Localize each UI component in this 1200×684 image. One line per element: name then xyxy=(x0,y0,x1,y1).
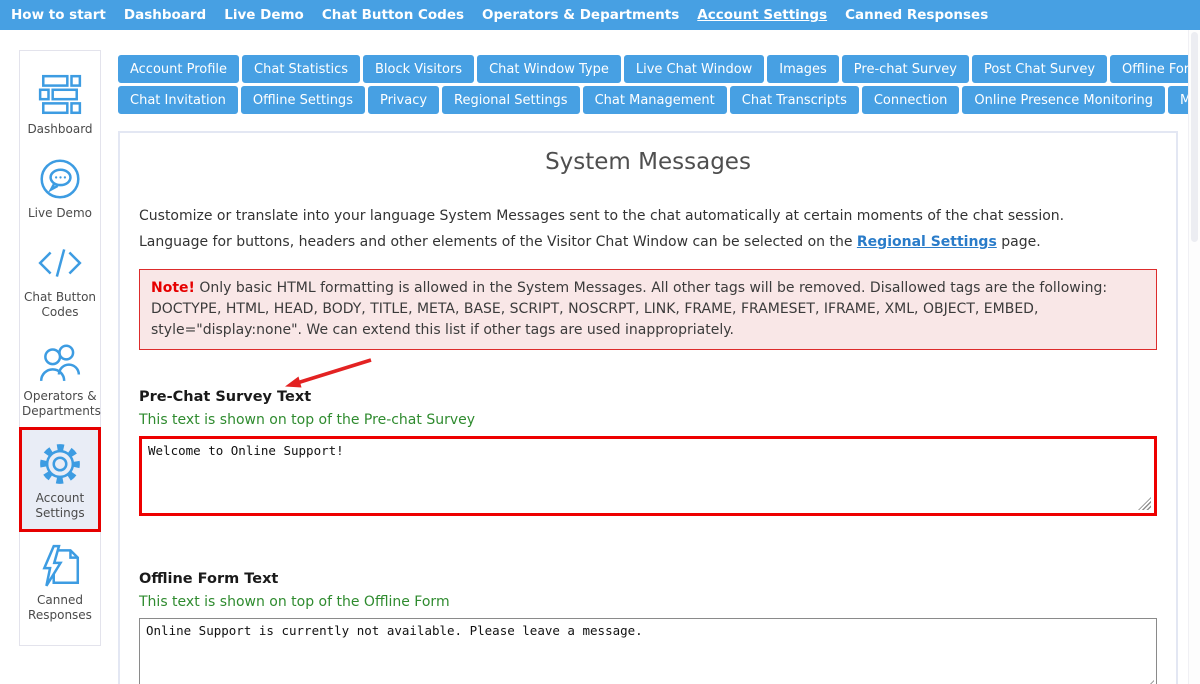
code-icon xyxy=(37,240,83,286)
pre-chat-survey-text-heading: Pre-Chat Survey Text xyxy=(139,389,311,405)
system-messages-panel: System Messages Customize or translate i… xyxy=(118,131,1178,684)
sidebar-item-account-settings[interactable]: Account Settings xyxy=(19,427,101,532)
tab-chat-management[interactable]: Chat Management xyxy=(583,86,727,114)
sidebar-item-live-demo[interactable]: Live Demo xyxy=(20,145,100,229)
tab-pre-chat-survey[interactable]: Pre-chat Survey xyxy=(842,55,969,83)
sidebar-item-operators-departments[interactable]: Operators & Departments xyxy=(20,328,100,427)
sidebar-item-label: Live Demo xyxy=(22,206,98,221)
note-text: Only basic HTML formatting is allowed in… xyxy=(151,280,1107,338)
tab-offline-settings[interactable]: Offline Settings xyxy=(241,86,365,114)
gear-icon xyxy=(37,441,83,487)
pre-chat-survey-hint: This text is shown on top of the Pre-cha… xyxy=(139,412,1157,428)
tab-post-chat-survey[interactable]: Post Chat Survey xyxy=(972,55,1107,83)
tab-privacy[interactable]: Privacy xyxy=(368,86,439,114)
offline-form-hint: This text is shown on top of the Offline… xyxy=(139,594,1157,610)
settings-tabs: Account Profile Chat Statistics Block Vi… xyxy=(118,55,1178,114)
intro-line-1: Customize or translate into your languag… xyxy=(139,203,1157,229)
offline-form-text-heading: Offline Form Text xyxy=(139,571,278,587)
users-icon xyxy=(37,339,83,385)
tab-account-profile[interactable]: Account Profile xyxy=(118,55,239,83)
note-label: Note! xyxy=(151,280,195,296)
dashboard-icon xyxy=(37,72,83,118)
tab-offline-form[interactable]: Offline Form xyxy=(1110,55,1200,83)
note-box: Note! Only basic HTML formatting is allo… xyxy=(139,269,1157,350)
nav-item-dashboard[interactable]: Dashboard xyxy=(115,0,215,30)
sidebar: Dashboard Live Demo Chat Button Codes xyxy=(19,50,101,646)
nav-item-account-settings[interactable]: Account Settings xyxy=(688,0,836,30)
intro-line-2-suffix: page. xyxy=(997,234,1041,250)
tab-regional-settings[interactable]: Regional Settings xyxy=(442,86,580,114)
tab-chat-statistics[interactable]: Chat Statistics xyxy=(242,55,360,83)
pre-chat-survey-text-section: Pre-Chat Survey Text This text is shown … xyxy=(139,386,1157,516)
nav-item-canned-responses[interactable]: Canned Responses xyxy=(836,0,997,30)
tab-connection[interactable]: Connection xyxy=(862,86,960,114)
chat-bubble-icon xyxy=(37,156,83,202)
regional-settings-link[interactable]: Regional Settings xyxy=(857,234,997,250)
tab-online-presence-monitoring[interactable]: Online Presence Monitoring xyxy=(962,86,1165,114)
tab-chat-invitation[interactable]: Chat Invitation xyxy=(118,86,238,114)
tab-chat-transcripts[interactable]: Chat Transcripts xyxy=(730,86,859,114)
nav-item-operators-departments[interactable]: Operators & Departments xyxy=(473,0,688,30)
offline-form-textarea-wrap: Online Support is currently not availabl… xyxy=(139,618,1157,684)
main-content: Account Profile Chat Statistics Block Vi… xyxy=(118,55,1178,684)
tab-images[interactable]: Images xyxy=(767,55,839,83)
top-navigation: How to start Dashboard Live Demo Chat Bu… xyxy=(0,0,1200,30)
tab-row-2: Chat Invitation Offline Settings Privacy… xyxy=(118,86,1178,114)
pre-chat-survey-textarea[interactable]: Welcome to Online Support! xyxy=(139,436,1157,516)
sidebar-item-label: Operators & Departments xyxy=(22,389,98,419)
sidebar-item-canned-responses[interactable]: Canned Responses xyxy=(20,532,100,631)
tab-block-visitors[interactable]: Block Visitors xyxy=(363,55,474,83)
offline-form-text-section: Offline Form Text This text is shown on … xyxy=(139,568,1157,684)
sidebar-item-label: Dashboard xyxy=(22,122,98,137)
scrollbar-thumb[interactable] xyxy=(1191,32,1198,242)
intro-line-2-prefix: Language for buttons, headers and other … xyxy=(139,234,857,250)
tab-chat-window-type[interactable]: Chat Window Type xyxy=(477,55,621,83)
pre-chat-survey-textarea-wrap: Welcome to Online Support! xyxy=(139,436,1157,516)
nav-item-chat-button-codes[interactable]: Chat Button Codes xyxy=(313,0,473,30)
lightning-page-icon xyxy=(37,543,83,589)
sidebar-item-label: Account Settings xyxy=(24,491,96,521)
intro-line-2: Language for buttons, headers and other … xyxy=(139,229,1157,255)
sidebar-item-label: Chat Button Codes xyxy=(22,290,98,320)
offline-form-textarea[interactable]: Online Support is currently not availabl… xyxy=(139,618,1157,684)
sidebar-item-chat-button-codes[interactable]: Chat Button Codes xyxy=(20,229,100,328)
sidebar-item-label: Canned Responses xyxy=(22,593,98,623)
nav-item-live-demo[interactable]: Live Demo xyxy=(215,0,313,30)
nav-item-how-to-start[interactable]: How to start xyxy=(2,0,115,30)
scrollbar[interactable] xyxy=(1188,30,1200,684)
tab-row-1: Account Profile Chat Statistics Block Vi… xyxy=(118,55,1178,83)
sidebar-item-dashboard[interactable]: Dashboard xyxy=(20,61,100,145)
tab-live-chat-window[interactable]: Live Chat Window xyxy=(624,55,764,83)
page-title: System Messages xyxy=(139,149,1157,175)
